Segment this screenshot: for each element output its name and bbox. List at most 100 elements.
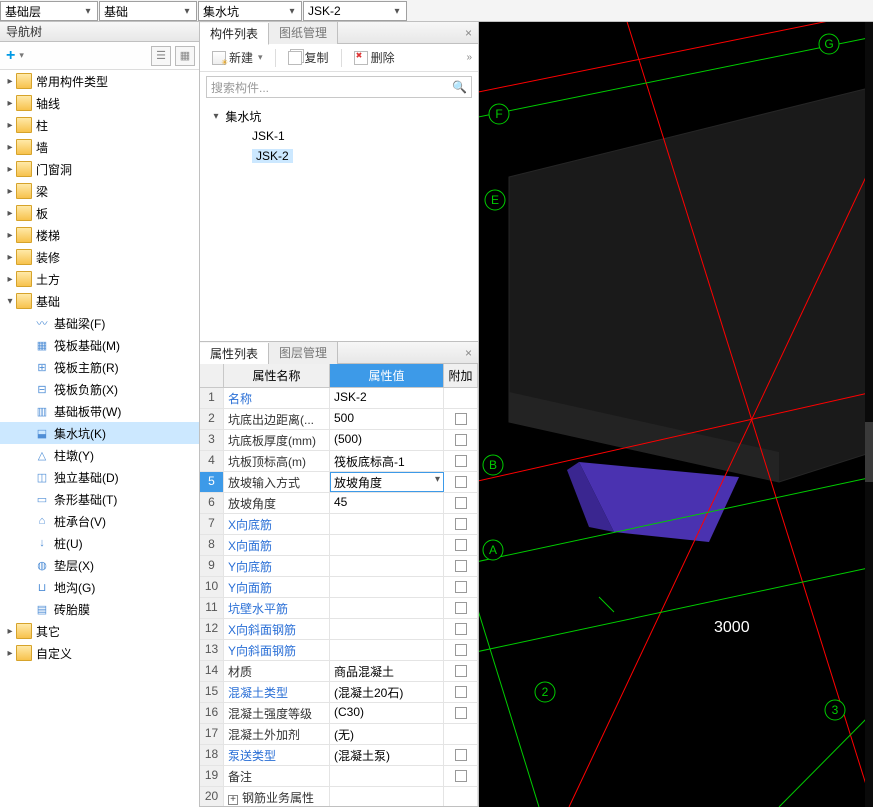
tree-item-earth[interactable]: 土方 [0, 268, 199, 290]
component-item-selected[interactable]: JSK-2 [210, 146, 468, 166]
property-row[interactable]: 13Y向斜面钢筋 [200, 640, 478, 661]
tree-sub-jsk[interactable]: ⬓集水坑(K) [0, 422, 199, 444]
header-name[interactable]: 属性名称 [224, 364, 330, 387]
property-value[interactable] [330, 619, 444, 639]
property-additional[interactable] [444, 787, 478, 806]
close-icon[interactable]: × [459, 26, 478, 40]
tab-drawing-manage[interactable]: 图纸管理 [269, 22, 338, 44]
tree-item-beam[interactable]: 梁 [0, 180, 199, 202]
tab-component-list[interactable]: 构件列表 [200, 23, 269, 45]
tree-sub-txjc[interactable]: ▭条形基础(T) [0, 488, 199, 510]
tree-item-axis[interactable]: 轴线 [0, 92, 199, 114]
property-additional[interactable] [444, 682, 478, 702]
property-additional[interactable] [444, 640, 478, 660]
checkbox[interactable] [455, 539, 467, 551]
header-value[interactable]: 属性值 [330, 364, 444, 387]
property-row[interactable]: 8X向面筋 [200, 535, 478, 556]
property-row[interactable]: 1名称JSK-2 [200, 388, 478, 409]
property-additional[interactable] [444, 514, 478, 534]
property-row[interactable]: 12X向斜面钢筋 [200, 619, 478, 640]
property-value[interactable]: (混凝土20石) [330, 682, 444, 702]
tree-item-other[interactable]: 其它 [0, 620, 199, 642]
tree-item-column[interactable]: 柱 [0, 114, 199, 136]
component-group[interactable]: 集水坑 [210, 106, 468, 126]
tree-sub-dg[interactable]: ⊔地沟(G) [0, 576, 199, 598]
grid-view-icon[interactable]: ▦ [175, 46, 195, 66]
property-value[interactable] [330, 787, 444, 806]
property-row[interactable]: 20+钢筋业务属性 [200, 787, 478, 806]
combo-instance[interactable]: JSK-2 [303, 1, 407, 21]
tree-sub-zd[interactable]: △柱墩(Y) [0, 444, 199, 466]
property-additional[interactable] [444, 619, 478, 639]
checkbox[interactable] [455, 434, 467, 446]
component-tree[interactable]: 集水坑 JSK-1 JSK-2 [200, 102, 478, 174]
property-additional[interactable] [444, 766, 478, 786]
checkbox[interactable] [455, 602, 467, 614]
property-row[interactable]: 17混凝土外加剂(无) [200, 724, 478, 745]
property-additional[interactable] [444, 745, 478, 765]
checkbox[interactable] [455, 665, 467, 677]
tree-sub-ztm[interactable]: ▤砖胎膜 [0, 598, 199, 620]
tree-sub-zct[interactable]: ⌂桩承台(V) [0, 510, 199, 532]
property-additional[interactable] [444, 409, 478, 429]
checkbox[interactable] [455, 560, 467, 572]
property-additional[interactable] [444, 724, 478, 744]
checkbox[interactable] [455, 686, 467, 698]
nav-tree[interactable]: 常用构件类型 轴线 柱 墙 门窗洞 梁 板 楼梯 装修 土方 基础 〰基础梁(F… [0, 70, 199, 807]
tree-item-doorwin[interactable]: 门窗洞 [0, 158, 199, 180]
viewport-canvas[interactable]: G F E B A 2 3 3000 [479, 22, 873, 807]
tree-sub-fbzj[interactable]: ⊞筏板主筋(R) [0, 356, 199, 378]
property-value[interactable] [330, 766, 444, 786]
property-row[interactable]: 16混凝土强度等级(C30) [200, 703, 478, 724]
property-value[interactable] [330, 556, 444, 576]
add-icon[interactable]: + [4, 47, 17, 65]
tree-sub-dc[interactable]: ◍垫层(X) [0, 554, 199, 576]
tree-sub-fbfj[interactable]: ⊟筏板负筋(X) [0, 378, 199, 400]
scrollbar-thumb[interactable] [865, 422, 873, 482]
tree-sub-jcl[interactable]: 〰基础梁(F) [0, 312, 199, 334]
tree-sub-fbjc[interactable]: ▦筏板基础(M) [0, 334, 199, 356]
checkbox[interactable] [455, 497, 467, 509]
tree-item-custom[interactable]: 自定义 [0, 642, 199, 664]
property-row[interactable]: 4坑板顶标高(m)筏板底标高-1 [200, 451, 478, 472]
property-additional[interactable] [444, 535, 478, 555]
property-additional[interactable] [444, 661, 478, 681]
tree-item-common[interactable]: 常用构件类型 [0, 70, 199, 92]
tree-item-stair[interactable]: 楼梯 [0, 224, 199, 246]
toolbar-more-icon[interactable]: » [466, 52, 472, 63]
property-row[interactable]: 3坑底板厚度(mm)(500) [200, 430, 478, 451]
tree-item-foundation[interactable]: 基础 [0, 290, 199, 312]
combo-category[interactable]: 基础 [99, 1, 197, 21]
dropdown-caret-icon[interactable]: ▾ [435, 474, 440, 491]
property-value[interactable]: (混凝土泵) [330, 745, 444, 765]
checkbox[interactable] [455, 644, 467, 656]
checkbox[interactable] [455, 413, 467, 425]
property-additional[interactable] [444, 598, 478, 618]
delete-button[interactable]: 删除 [348, 47, 401, 68]
tree-sub-jcbd[interactable]: ▥基础板带(W) [0, 400, 199, 422]
property-value[interactable]: 45 [330, 493, 444, 513]
search-input[interactable]: 搜索构件... 🔍 [206, 76, 472, 98]
checkbox[interactable] [455, 770, 467, 782]
component-item[interactable]: JSK-1 [210, 126, 468, 146]
checkbox[interactable] [455, 707, 467, 719]
combo-type[interactable]: 集水坑 [198, 1, 302, 21]
property-value[interactable]: JSK-2 [330, 388, 444, 408]
property-row[interactable]: 11坑壁水平筋 [200, 598, 478, 619]
property-additional[interactable] [444, 577, 478, 597]
property-row[interactable]: 18泵送类型(混凝土泵) [200, 745, 478, 766]
property-row[interactable]: 14材质商品混凝土 [200, 661, 478, 682]
viewport-scrollbar[interactable] [865, 22, 873, 807]
property-value[interactable]: 商品混凝土 [330, 661, 444, 681]
property-row[interactable]: 7X向底筋 [200, 514, 478, 535]
tree-item-decor[interactable]: 装修 [0, 246, 199, 268]
checkbox[interactable] [455, 455, 467, 467]
tree-sub-z[interactable]: ↓桩(U) [0, 532, 199, 554]
property-row[interactable]: 2坑底出边距离(...500 [200, 409, 478, 430]
tab-layers[interactable]: 图层管理 [269, 342, 338, 364]
checkbox[interactable] [455, 623, 467, 635]
tree-sub-dljc[interactable]: ◫独立基础(D) [0, 466, 199, 488]
property-additional[interactable] [444, 703, 478, 723]
checkbox[interactable] [455, 581, 467, 593]
property-row[interactable]: 6放坡角度45 [200, 493, 478, 514]
